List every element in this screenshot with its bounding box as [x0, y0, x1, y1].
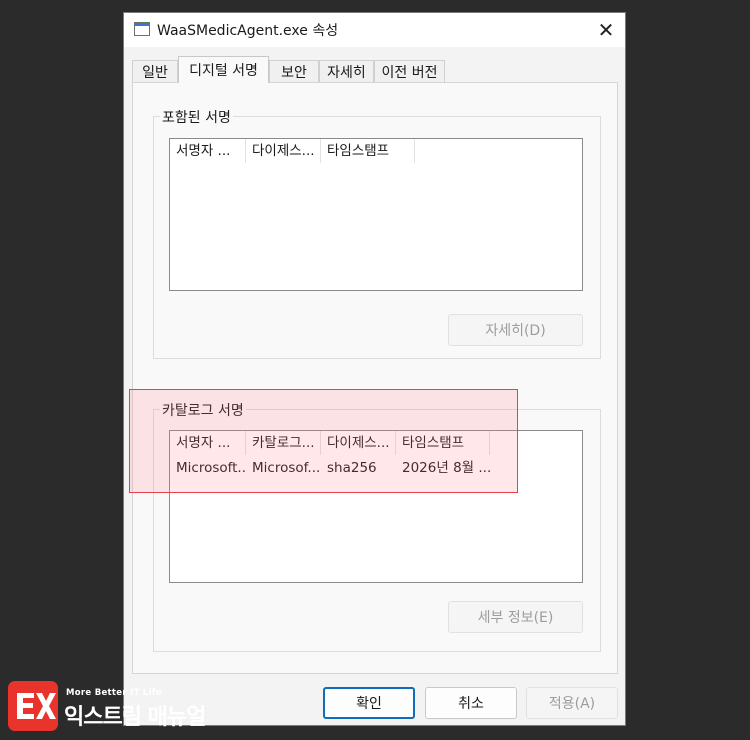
catalog-list-header: 서명자 ... 카탈로그... 다이제스... 타임스탬프 — [170, 431, 582, 455]
column-header-digest[interactable]: 다이제스... — [321, 431, 396, 455]
title-bar[interactable]: WaaSMedicAgent.exe 속성 ✕ — [124, 13, 625, 47]
tab-general[interactable]: 일반 — [132, 60, 178, 82]
tab-details[interactable]: 자세히 — [319, 60, 374, 82]
ok-button[interactable]: 확인 — [323, 687, 415, 719]
cancel-button[interactable]: 취소 — [425, 687, 517, 719]
tab-digital-signatures[interactable]: 디지털 서명 — [178, 56, 269, 83]
catalog-signatures-group: 카탈로그 서명 서명자 ... 카탈로그... 다이제스... 타임스탬프 Mi… — [153, 400, 601, 652]
column-header-timestamp[interactable]: 타임스탬프 — [396, 431, 490, 455]
watermark-site-name: 익스트림 매뉴얼 — [64, 705, 206, 730]
tab-strip: 일반 디지털 서명 보안 자세히 이전 버전 — [132, 56, 622, 83]
catalog-signatures-list[interactable]: 서명자 ... 카탈로그... 다이제스... 타임스탬프 Microsoft.… — [169, 430, 583, 583]
column-header-signer[interactable]: 서명자 ... — [170, 431, 246, 455]
screenshot-page: WaaSMedicAgent.exe 속성 ✕ 일반 디지털 서명 보안 자세히… — [0, 0, 750, 740]
watermark: More Better IT Life 익스트림 매뉴얼 — [6, 679, 236, 735]
apply-button[interactable]: 적용(A) — [526, 687, 618, 719]
embedded-details-button[interactable]: 자세히(D) — [448, 314, 583, 346]
tab-previous-versions[interactable]: 이전 버전 — [374, 60, 445, 82]
column-header-catalog[interactable]: 카탈로그... — [246, 431, 321, 455]
watermark-tagline: More Better IT Life — [66, 688, 162, 698]
column-header-timestamp[interactable]: 타임스탬프 — [321, 139, 415, 163]
window-app-icon — [134, 22, 150, 36]
catalog-signatures-legend: 카탈로그 서명 — [160, 400, 246, 420]
close-icon[interactable]: ✕ — [593, 17, 619, 43]
embedded-signatures-legend: 포함된 서명 — [160, 107, 233, 127]
cell-timestamp: 2026년 8월 ... — [402, 460, 490, 476]
brand-logo-icon — [8, 681, 58, 731]
tab-security[interactable]: 보안 — [269, 60, 319, 82]
column-header-signer[interactable]: 서명자 ... — [170, 139, 246, 163]
properties-dialog: WaaSMedicAgent.exe 속성 ✕ 일반 디지털 서명 보안 자세히… — [123, 12, 626, 726]
tab-panel-digital-signatures: 포함된 서명 서명자 ... 다이제스... 타임스탬프 자세히(D) 카탈로그… — [132, 82, 618, 674]
embedded-signatures-list[interactable]: 서명자 ... 다이제스... 타임스탬프 — [169, 138, 583, 291]
embedded-signatures-group: 포함된 서명 서명자 ... 다이제스... 타임스탬프 자세히(D) — [153, 107, 601, 359]
embedded-list-header: 서명자 ... 다이제스... 타임스탬프 — [170, 139, 582, 163]
window-title: WaaSMedicAgent.exe 속성 — [157, 23, 339, 39]
catalog-details-button[interactable]: 세부 정보(E) — [448, 601, 583, 633]
column-header-digest[interactable]: 다이제스... — [246, 139, 321, 163]
cell-signer: Microsoft... — [176, 460, 246, 476]
cell-catalog: Microsof... — [252, 460, 321, 476]
table-row[interactable]: Microsoft... Microsof... sha256 2026년 8월… — [170, 457, 582, 479]
cell-digest: sha256 — [327, 460, 377, 476]
